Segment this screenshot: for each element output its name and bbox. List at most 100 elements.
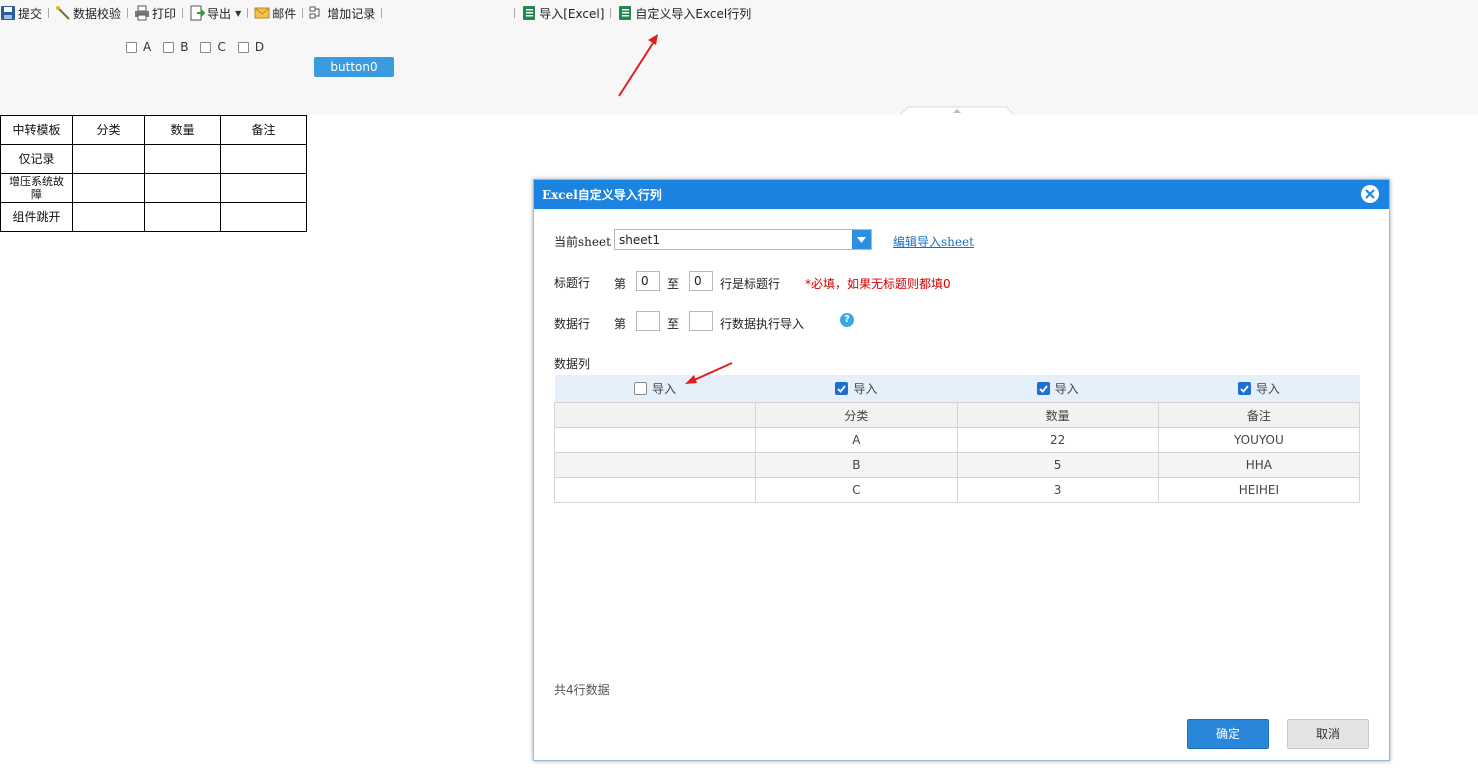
import-excel-label: 导入[Excel] [539, 6, 605, 21]
print-button[interactable]: 打印 [134, 0, 176, 26]
preview-cell: A [755, 427, 958, 453]
report-header-cell: 备注 [220, 115, 307, 145]
cancel-button[interactable]: 取消 [1287, 719, 1369, 749]
preview-cell: B [755, 452, 958, 478]
title-row-to-input[interactable]: 0 [689, 271, 713, 291]
filter-label: D [254, 40, 265, 54]
columns-label: 数据列 [554, 357, 591, 371]
report-cell[interactable] [144, 202, 221, 232]
close-icon [1365, 189, 1375, 199]
chevron-down-icon: ▼ [235, 8, 242, 18]
preview-cell [553, 477, 757, 503]
title-row-from-input[interactable]: 0 [636, 271, 660, 291]
excel-icon [619, 6, 632, 20]
report-header-cell: 分类 [72, 115, 145, 145]
custom-import-dialog: Excel自定义导入行列 当前sheet sheet1 编辑导入sheet 标题… [533, 179, 1390, 761]
check-icon [1038, 384, 1048, 393]
report-row: 仅记录 [0, 144, 307, 174]
collapse-handle[interactable] [900, 106, 1014, 115]
report-top-panel: 提交 数据校验 打印 导出 ▼ 邮件 增加记录 导入[Excel] 自定义导入E… [0, 0, 1478, 115]
print-label: 打印 [152, 6, 177, 21]
report-cell[interactable] [72, 144, 145, 174]
confirm-button[interactable]: 确定 [1187, 719, 1269, 749]
close-button[interactable] [1361, 185, 1379, 203]
export-icon [190, 5, 206, 21]
preview-cell: 5 [956, 452, 1159, 478]
title-row-suffix: 行是标题行 [720, 277, 781, 291]
checkbox-box[interactable] [126, 41, 137, 53]
edit-sheet-link[interactable]: 编辑导入sheet [893, 233, 974, 250]
submit-button[interactable]: 提交 [0, 0, 42, 26]
sheet-label: 当前sheet [554, 235, 611, 249]
checkbox-checked[interactable] [1036, 382, 1050, 395]
checkbox-box[interactable] [163, 41, 175, 53]
checkbox-unchecked[interactable] [634, 381, 648, 395]
toolbar: 提交 数据校验 打印 导出 ▼ 邮件 增加记录 导入[Excel] 自定义导入E… [0, 0, 1478, 26]
report-cell: 增压系统故障 [0, 173, 73, 203]
filter-checkboxes: A B C D [126, 40, 264, 54]
filter-label: C [217, 40, 226, 54]
filter-checkbox-c[interactable]: C [200, 40, 226, 54]
preview-cell: HEIHEI [1157, 477, 1361, 503]
report-cell[interactable] [220, 144, 307, 174]
separator [381, 8, 383, 18]
add-row-icon [309, 6, 320, 19]
preview-row: B 5 HHA [553, 452, 1361, 478]
import-toggle-cell: 导入 [957, 375, 1159, 403]
import-checkbox-col-3[interactable]: 导入 [1036, 380, 1079, 397]
button0[interactable]: button0 [314, 57, 394, 77]
separator [610, 8, 612, 18]
preview-header-cell: 备注 [1157, 402, 1361, 428]
import-toggle-cell: 导入 [554, 375, 756, 403]
checkbox-checked[interactable] [835, 382, 849, 395]
report-cell[interactable] [144, 144, 221, 174]
checkbox-box[interactable] [200, 41, 212, 53]
validate-button[interactable]: 数据校验 [55, 0, 121, 26]
title-row-label: 标题行 [554, 276, 591, 290]
separator [182, 8, 184, 18]
import-label: 导入 [1054, 382, 1079, 396]
data-row-label: 数据行 [554, 317, 591, 331]
report-header-cell: 数量 [144, 115, 221, 145]
sheet-select[interactable]: sheet1 [614, 229, 872, 250]
import-toggle-cell: 导入 [755, 375, 957, 403]
preview-row: A 22 YOUYOU [553, 427, 1361, 453]
report-cell[interactable] [220, 202, 307, 232]
separator [127, 8, 129, 18]
add-record-label: 增加记录 [327, 6, 376, 21]
report-cell[interactable] [220, 173, 307, 203]
export-menu-button[interactable]: 导出 ▼ [189, 0, 241, 26]
report-cell: 组件跳开 [0, 202, 73, 232]
title-row-prefix: 第 [614, 277, 627, 291]
report-row: 组件跳开 [0, 202, 307, 232]
help-icon[interactable]: ? [840, 313, 854, 327]
report-header-row: 中转模板 分类 数量 备注 [0, 115, 307, 145]
filter-checkbox-a[interactable]: A [126, 40, 151, 54]
custom-import-button[interactable]: 自定义导入Excel行列 [617, 0, 751, 26]
mail-label: 邮件 [272, 6, 297, 21]
report-cell[interactable] [144, 173, 221, 203]
filter-checkbox-d[interactable]: D [237, 40, 265, 54]
report-cell[interactable] [72, 202, 145, 232]
import-label: 导入 [1255, 382, 1280, 396]
mail-button[interactable]: 邮件 [254, 0, 296, 26]
import-checkbox-col-4[interactable]: 导入 [1237, 380, 1280, 397]
add-record-button[interactable]: 增加记录 [309, 0, 375, 26]
data-row-from-input[interactable] [636, 311, 660, 331]
checkbox-checked[interactable] [1237, 382, 1251, 395]
data-row-to-input[interactable] [689, 311, 713, 331]
preview-cell: 3 [956, 477, 1159, 503]
chevron-down-icon [857, 236, 866, 243]
dropdown-button[interactable] [852, 230, 871, 249]
report-cell[interactable] [72, 173, 145, 203]
sheet-select-value: sheet1 [619, 233, 660, 247]
filter-checkbox-b[interactable]: B [163, 40, 188, 54]
separator [514, 8, 516, 18]
magic-wand-icon [56, 6, 70, 20]
import-checkbox-col-1[interactable]: 导入 [634, 380, 676, 397]
checkbox-box[interactable] [237, 41, 249, 53]
filter-label: B [180, 40, 189, 54]
import-excel-button[interactable]: 导入[Excel] [521, 0, 604, 26]
check-icon [1240, 384, 1249, 393]
import-checkbox-col-2[interactable]: 导入 [835, 380, 877, 397]
